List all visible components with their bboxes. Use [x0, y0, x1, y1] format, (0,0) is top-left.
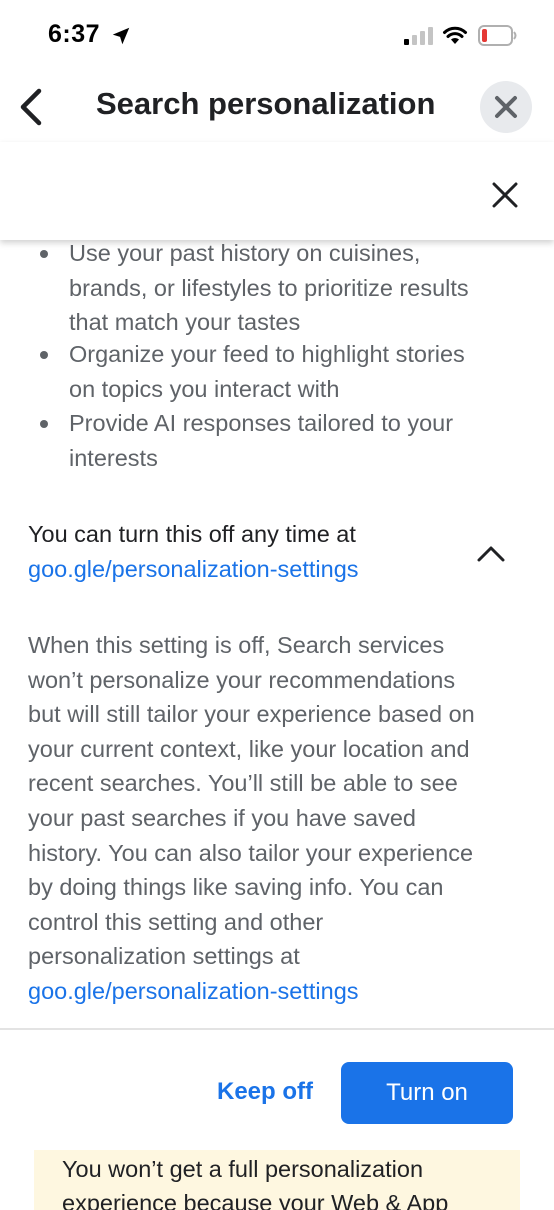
- header-close-button[interactable]: [480, 81, 532, 133]
- description-line: personalization settings at: [28, 943, 300, 970]
- app-header: Search personalization: [0, 72, 554, 142]
- bullet-dot: [40, 420, 48, 428]
- description-line: but will still tailor your experience ba…: [28, 701, 475, 728]
- personalization-settings-link[interactable]: goo.gle/personalization-settings: [28, 552, 359, 587]
- setting-description: When this setting is off, Search service…: [28, 628, 528, 1009]
- description-line: won’t personalize your recommendations: [28, 666, 456, 693]
- wifi-icon: [443, 26, 467, 44]
- list-item-line: Use your past history on cuisines,: [69, 240, 421, 266]
- list-item-line: that match your tastes: [69, 309, 301, 335]
- action-bar: Keep off Turn on: [0, 1028, 554, 1140]
- turnoff-text: You can turn this off any time at: [28, 521, 356, 547]
- list-item-line: on topics you interact with: [69, 375, 340, 402]
- list-item: Use your past history on cuisines, brand…: [40, 236, 510, 340]
- bullet-dot: [40, 351, 48, 359]
- close-icon: [492, 182, 518, 208]
- notice-banner: You won’t get a full personalization exp…: [34, 1150, 520, 1210]
- bullet-dot: [40, 250, 48, 258]
- description-line: When this setting is off, Search service…: [28, 632, 445, 658]
- notice-text: You won’t get a full personalization exp…: [62, 1152, 448, 1210]
- chevron-left-icon: [20, 88, 42, 126]
- description-line: control this setting and other: [28, 908, 324, 935]
- sheet-content[interactable]: Use your past history on cuisines, brand…: [0, 232, 554, 1027]
- description-line: history. You can also tailor your experi…: [28, 839, 474, 866]
- status-time: 6:37: [48, 20, 101, 48]
- cellular-signal-icon: [404, 27, 433, 45]
- battery-low-icon: [478, 25, 517, 46]
- list-item-line: brands, or lifestyles to prioritize resu…: [69, 274, 469, 301]
- list-item-line: Organize your feed to highlight stories: [69, 341, 465, 367]
- sheet-top-bar: [0, 142, 554, 240]
- list-item: Provide AI responses tailored to your in…: [40, 406, 510, 476]
- status-bar: 6:37: [0, 0, 554, 72]
- description-line: recent searches. You’ll still be able to…: [28, 770, 458, 797]
- description-line: your past searches if you have saved: [28, 804, 416, 831]
- description-settings-link[interactable]: goo.gle/personalization-settings: [28, 974, 528, 1009]
- list-item-line: interests: [69, 444, 158, 471]
- notice-line: You won’t get a full personalization: [62, 1156, 424, 1182]
- list-item-text: Organize your feed to highlight stories …: [69, 337, 529, 406]
- location-arrow-icon: [112, 27, 130, 45]
- close-icon: [495, 96, 517, 118]
- chevron-up-icon: [477, 546, 505, 562]
- turn-on-button[interactable]: Turn on: [341, 1062, 513, 1124]
- description-line: your current context, like your location…: [28, 735, 470, 762]
- list-item-text: Provide AI responses tailored to your in…: [69, 406, 529, 475]
- description-line: by doing things like saving info. You ca…: [28, 874, 444, 901]
- sheet-close-button[interactable]: [484, 174, 526, 216]
- keep-off-button[interactable]: Keep off: [200, 1062, 330, 1122]
- page-title: Search personalization: [96, 86, 436, 121]
- back-button[interactable]: [8, 82, 52, 132]
- collapse-button[interactable]: [470, 532, 512, 574]
- notice-line: experience because your Web & App: [62, 1190, 449, 1210]
- list-item-text: Use your past history on cuisines, brand…: [69, 236, 529, 340]
- list-item: Organize your feed to highlight stories …: [40, 337, 510, 407]
- list-item-line: Provide AI responses tailored to your: [69, 410, 454, 436]
